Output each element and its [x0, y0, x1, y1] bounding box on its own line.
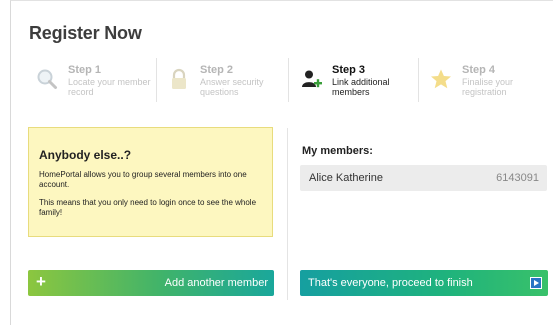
step-indicator: Step 1 Locate your member record Step 2 …	[28, 58, 548, 104]
star-icon	[431, 69, 451, 89]
info-title: Anybody else..?	[39, 148, 132, 162]
step-3-number: Step 3	[332, 64, 366, 76]
step-2: Step 2 Answer security questions	[160, 58, 284, 102]
step-3-description: Link additional members	[332, 77, 390, 97]
step-1: Step 1 Locate your member record	[28, 58, 152, 102]
info-paragraph: HomePortal allows you to group several m…	[39, 170, 247, 189]
step-3: Step 3 Link additional members	[292, 58, 416, 102]
proceed-to-finish-button[interactable]: That's everyone, proceed to finish	[300, 270, 548, 296]
finish-label: That's everyone, proceed to finish	[308, 277, 473, 289]
page-title: Register Now	[29, 23, 142, 43]
info-paragraph: This means that you only need to login o…	[39, 198, 257, 217]
info-box: Anybody else..? HomePortal allows you to…	[28, 127, 273, 237]
plus-icon: +	[36, 272, 46, 291]
member-name: Alice Katherine	[309, 172, 383, 184]
step-2-description: Answer security questions	[200, 77, 264, 97]
step-4-number: Step 4	[462, 64, 496, 76]
add-member-label: Add another member	[164, 277, 268, 289]
step-separator	[288, 58, 289, 102]
step-4-description: Finalise your registration	[462, 77, 514, 97]
play-arrow-icon	[530, 277, 542, 289]
step-separator	[418, 58, 419, 102]
step-1-number: Step 1	[68, 64, 102, 76]
step-4: Step 4 Finalise your registration	[422, 58, 546, 102]
member-row[interactable]: Alice Katherine 6143091	[300, 165, 547, 191]
member-id: 6143091	[496, 172, 539, 184]
add-another-member-button[interactable]: + Add another member	[28, 270, 274, 296]
padlock-icon	[172, 68, 186, 89]
step-separator	[156, 58, 157, 102]
members-title: My members:	[302, 145, 373, 157]
step-2-number: Step 2	[200, 64, 234, 76]
column-divider	[287, 128, 288, 300]
add-user-icon	[302, 70, 322, 88]
step-1-description: Locate your member record	[68, 77, 151, 97]
magnifier-icon	[37, 69, 57, 89]
